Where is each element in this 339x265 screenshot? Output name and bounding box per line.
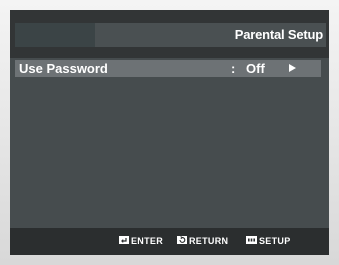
return-icon	[177, 235, 187, 246]
menu-panel: Use Password : Off	[10, 58, 329, 228]
menu-item-separator: :	[231, 61, 236, 76]
setup-hint: SETUP	[246, 235, 291, 246]
return-hint: RETURN	[177, 235, 229, 246]
menu-item-label: Use Password	[19, 61, 108, 76]
osd-header: Parental Setup	[10, 10, 329, 58]
right-arrow-icon[interactable]	[289, 64, 296, 72]
enter-hint: ENTER	[119, 235, 164, 246]
menu-item-value: Off	[246, 61, 265, 76]
page-title: Parental Setup	[234, 27, 323, 42]
tv-bezel: Parental Setup Use Password : Off ENTER	[0, 0, 339, 265]
setup-icon	[246, 235, 257, 246]
osd-footer: ENTER RETURN SETUP	[10, 228, 329, 255]
menu-item-use-password[interactable]: Use Password : Off	[15, 60, 321, 77]
enter-hint-label: ENTER	[131, 236, 164, 246]
osd-screen: Parental Setup Use Password : Off ENTER	[10, 10, 329, 255]
enter-icon	[119, 235, 129, 246]
header-tab-block	[15, 23, 95, 47]
setup-hint-label: SETUP	[259, 236, 291, 246]
return-hint-label: RETURN	[189, 236, 229, 246]
